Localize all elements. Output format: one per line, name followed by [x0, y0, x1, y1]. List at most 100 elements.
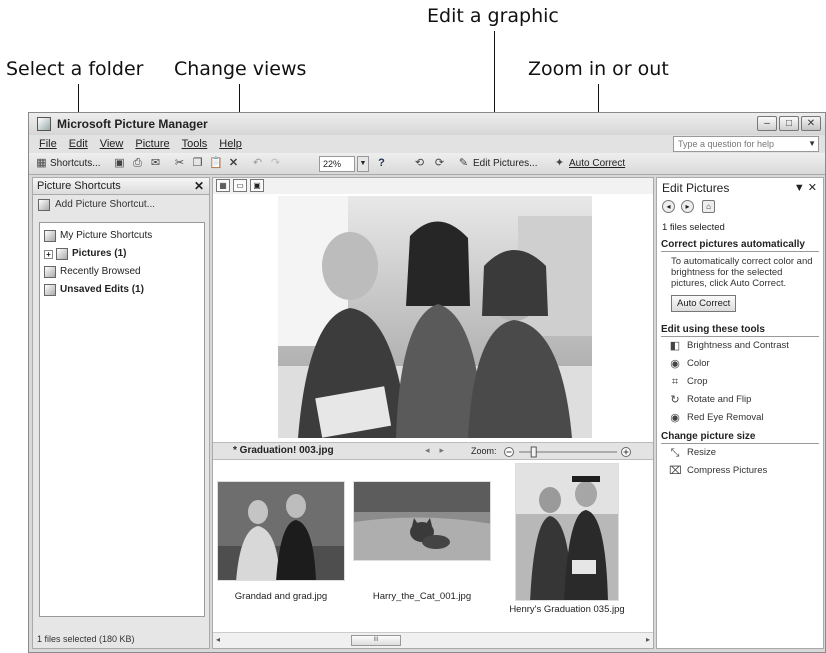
filmstrip: Grandad and grad.jpg Harry_the_Cat_001.j…: [213, 461, 653, 631]
back-icon[interactable]: ◂: [662, 200, 675, 213]
red-eye-removal-link[interactable]: ◉ Red Eye Removal: [657, 409, 823, 427]
eye-icon: ◉: [670, 412, 680, 424]
tree-item-recently-browsed[interactable]: Recently Browsed: [40, 263, 204, 281]
maximize-button[interactable]: □: [779, 116, 799, 131]
view-toolbar: ▦ ▭ ▣: [213, 178, 653, 194]
auto-correct-button[interactable]: Auto Correct: [671, 295, 737, 312]
shortcuts-icon: ▦: [36, 157, 47, 169]
expand-icon[interactable]: +: [44, 250, 53, 259]
print-icon[interactable]: ⎙: [131, 157, 144, 170]
toolbar: ▦ Shortcuts... ▣ ⎙ ✉ ✂ ❐ 📋 ✕ ↶ ↷ 22% ▼ ?…: [29, 153, 825, 175]
thumbnail-harry-the-cat[interactable]: [353, 481, 491, 561]
thumbnail-grandad[interactable]: [217, 481, 345, 581]
thumbnail-caption: Harry_the_Cat_001.jpg: [372, 591, 472, 602]
zoom-label: Zoom:: [471, 446, 497, 456]
home-icon[interactable]: ⌂: [702, 200, 715, 213]
picture-info-bar: * Graduation! 003.jpg ◂▸ Zoom:: [213, 442, 653, 460]
section-correct-automatically: Correct pictures automatically: [661, 239, 819, 252]
zoom-percent-field[interactable]: 22%: [319, 156, 355, 172]
crop-link[interactable]: ⌗ Crop: [657, 373, 823, 391]
scroll-left-icon[interactable]: ◂: [216, 635, 220, 644]
brightness-contrast-link[interactable]: ◧ Brightness and Contrast: [657, 337, 823, 355]
undo-icon[interactable]: ↶: [251, 157, 264, 170]
shortcuts-folder-icon: [44, 230, 56, 242]
cut-icon[interactable]: ✂: [173, 157, 186, 170]
color-link[interactable]: ◉ Color: [657, 355, 823, 373]
scroll-right-icon[interactable]: ▸: [646, 635, 650, 644]
help-search-input[interactable]: Type a question for help ▼: [673, 136, 819, 152]
thumbnail-caption: Henry's Graduation 035.jpg: [509, 604, 625, 615]
close-pane-icon[interactable]: ✕: [194, 178, 204, 194]
close-pane-icon[interactable]: ✕: [808, 182, 817, 194]
horizontal-scrollbar[interactable]: ◂ III ▸: [213, 632, 653, 648]
pane-menu-icon[interactable]: ▼: [794, 182, 805, 194]
rotate-flip-link[interactable]: ↻ Rotate and Flip: [657, 391, 823, 409]
app-icon: [37, 117, 51, 131]
crop-icon: ⌗: [671, 376, 679, 388]
resize-icon: ⤡: [670, 447, 680, 459]
window-title: Microsoft Picture Manager: [57, 117, 208, 131]
pane-navigation: ◂ ▸ ⌂: [657, 198, 823, 216]
recent-icon: [44, 266, 56, 278]
help-icon[interactable]: ?: [375, 157, 388, 170]
thumbnail-view-button[interactable]: ▦: [216, 179, 230, 192]
picture-manager-window: Microsoft Picture Manager – □ ✕ File Edi…: [28, 112, 826, 653]
callout-edit-graphic: Edit a graphic: [427, 5, 559, 27]
paste-icon[interactable]: 📋: [209, 157, 223, 170]
menu-view[interactable]: View: [100, 135, 124, 153]
rotate-left-icon[interactable]: ⟲: [413, 157, 426, 170]
compress-icon: ⌧: [669, 465, 682, 477]
unsaved-edits-icon: [44, 284, 56, 296]
forward-icon[interactable]: ▸: [681, 200, 694, 213]
thumbnail-caption: Grandad and grad.jpg: [234, 591, 328, 602]
folder-tree: My Picture Shortcuts + Pictures (1) Rece…: [39, 222, 205, 617]
previous-picture-icon[interactable]: ◂: [425, 445, 440, 455]
save-icon[interactable]: ▣: [113, 157, 126, 170]
selection-count: 1 files selected: [662, 222, 725, 233]
callout-select-folder: Select a folder: [6, 58, 144, 80]
redo-icon[interactable]: ↷: [269, 157, 282, 170]
tree-item-my-picture-shortcuts[interactable]: My Picture Shortcuts: [40, 227, 204, 245]
menu-tools[interactable]: Tools: [182, 135, 208, 153]
tree-item-pictures[interactable]: + Pictures (1): [40, 245, 204, 263]
edit-pictures-pane: Edit Pictures ▼ ✕ ◂ ▸ ⌂ 1 files selected…: [656, 177, 824, 649]
resize-link[interactable]: ⤡ Resize: [657, 444, 823, 462]
thumbnail-henrys-graduation[interactable]: [515, 463, 619, 601]
tree-item-unsaved-edits[interactable]: Unsaved Edits (1): [40, 281, 204, 299]
shortcuts-button[interactable]: Shortcuts...: [50, 156, 101, 172]
auto-correct-toolbar-button[interactable]: Auto Correct: [569, 156, 625, 172]
section-edit-tools: Edit using these tools: [661, 324, 819, 337]
add-shortcut-icon: [38, 199, 50, 211]
color-icon: ◉: [670, 358, 680, 370]
single-picture-view-button[interactable]: ▣: [250, 179, 264, 192]
title-bar: Microsoft Picture Manager – □ ✕: [29, 113, 825, 135]
zoom-slider-handle[interactable]: [530, 446, 537, 458]
folder-icon: [56, 248, 68, 260]
callout-zoom: Zoom in or out: [528, 58, 669, 80]
menu-help[interactable]: Help: [219, 135, 242, 153]
menu-picture[interactable]: Picture: [135, 135, 169, 153]
delete-icon[interactable]: ✕: [227, 157, 240, 170]
minimize-button[interactable]: –: [757, 116, 777, 131]
main-photo: [278, 196, 592, 438]
next-picture-icon[interactable]: ▸: [440, 445, 455, 455]
add-picture-shortcut-link[interactable]: Add Picture Shortcut...: [33, 195, 209, 215]
brightness-icon: ◧: [669, 340, 681, 352]
zoom-dropdown-button[interactable]: ▼: [357, 156, 369, 172]
compress-pictures-link[interactable]: ⌧ Compress Pictures: [657, 462, 823, 480]
filmstrip-view-button[interactable]: ▭: [233, 179, 247, 192]
rotate-right-icon[interactable]: ⟳: [433, 157, 446, 170]
menu-edit[interactable]: Edit: [69, 135, 88, 153]
zoom-slider[interactable]: [503, 446, 633, 458]
menu-file[interactable]: File: [39, 135, 57, 153]
rotate-icon: ↻: [670, 394, 680, 406]
callout-change-views: Change views: [174, 58, 307, 80]
close-button[interactable]: ✕: [801, 116, 821, 131]
menu-bar: File Edit View Picture Tools Help Type a…: [29, 135, 825, 153]
email-icon[interactable]: ✉: [149, 157, 162, 170]
section-change-size: Change picture size: [661, 431, 819, 444]
scrollbar-thumb[interactable]: III: [351, 635, 401, 646]
pane-header: Picture Shortcuts ✕: [33, 178, 209, 195]
edit-pictures-button[interactable]: Edit Pictures...: [473, 156, 537, 172]
copy-icon[interactable]: ❐: [191, 157, 204, 170]
